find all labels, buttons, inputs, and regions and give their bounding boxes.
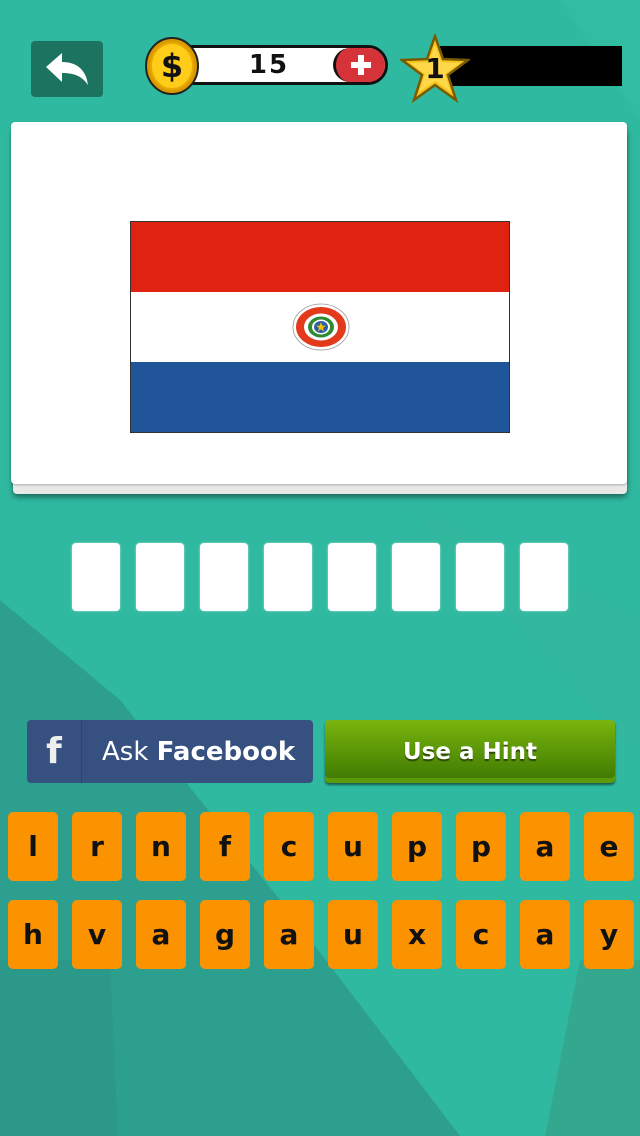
flag-emblem-icon: [292, 303, 350, 351]
ask-facebook-prefix: Ask: [102, 736, 157, 767]
answer-slot[interactable]: [264, 543, 312, 611]
letter-key[interactable]: p: [392, 812, 442, 881]
letter-key[interactable]: c: [264, 812, 314, 881]
back-arrow-icon: [46, 53, 88, 85]
ask-facebook-brand: Facebook: [156, 736, 296, 767]
answer-slot[interactable]: [520, 543, 568, 611]
key-row-1: l r n f c u p p a e: [8, 812, 638, 881]
letter-key[interactable]: g: [200, 900, 250, 969]
use-hint-label: Use a Hint: [402, 738, 537, 765]
flag-image: [130, 221, 510, 433]
flag-stripe-red: [131, 222, 509, 292]
letter-key[interactable]: a: [520, 812, 570, 881]
letter-keyboard: l r n f c u p p a e h v a g a u x c a y: [8, 812, 638, 988]
letter-key[interactable]: p: [456, 812, 506, 881]
letter-key[interactable]: a: [264, 900, 314, 969]
letter-key[interactable]: u: [328, 812, 378, 881]
answer-slots: [72, 543, 568, 611]
card-face: [11, 122, 627, 484]
use-hint-button[interactable]: Use a Hint: [325, 720, 615, 783]
plus-icon: [350, 55, 371, 75]
letter-key[interactable]: v: [72, 900, 122, 969]
facebook-icon-wrap: f: [27, 720, 82, 783]
letter-key[interactable]: a: [520, 900, 570, 969]
letter-key[interactable]: h: [8, 900, 58, 969]
answer-slot[interactable]: [72, 543, 120, 611]
ask-facebook-label: Ask Facebook: [102, 737, 295, 767]
letter-key[interactable]: u: [328, 900, 378, 969]
answer-slot[interactable]: [136, 543, 184, 611]
level-number: 1: [425, 52, 445, 85]
letter-key[interactable]: f: [200, 812, 250, 881]
letter-key[interactable]: c: [456, 900, 506, 969]
letter-key[interactable]: n: [136, 812, 186, 881]
flag-stripe-blue: [131, 362, 509, 432]
key-row-2: h v a g a u x c a y: [8, 900, 638, 969]
flag-card: [11, 122, 629, 494]
letter-key[interactable]: x: [392, 900, 442, 969]
answer-slot[interactable]: [200, 543, 248, 611]
back-button[interactable]: [31, 41, 103, 97]
answer-slot[interactable]: [328, 543, 376, 611]
letter-key[interactable]: l: [8, 812, 58, 881]
letter-key[interactable]: a: [136, 900, 186, 969]
ask-facebook-button[interactable]: f Ask Facebook: [27, 720, 313, 783]
add-coins-button[interactable]: [333, 48, 385, 82]
facebook-icon: f: [46, 731, 62, 772]
letter-key[interactable]: y: [584, 900, 634, 969]
coin-count: 15: [248, 50, 290, 80]
svg-text:$: $: [161, 47, 183, 85]
level-indicator: 1: [400, 34, 622, 104]
answer-slot[interactable]: [392, 543, 440, 611]
letter-key[interactable]: r: [72, 812, 122, 881]
letter-key[interactable]: e: [584, 812, 634, 881]
coin-balance: 15 $: [142, 37, 390, 95]
dollar-coin-icon: $: [145, 37, 199, 95]
answer-slot[interactable]: [456, 543, 504, 611]
